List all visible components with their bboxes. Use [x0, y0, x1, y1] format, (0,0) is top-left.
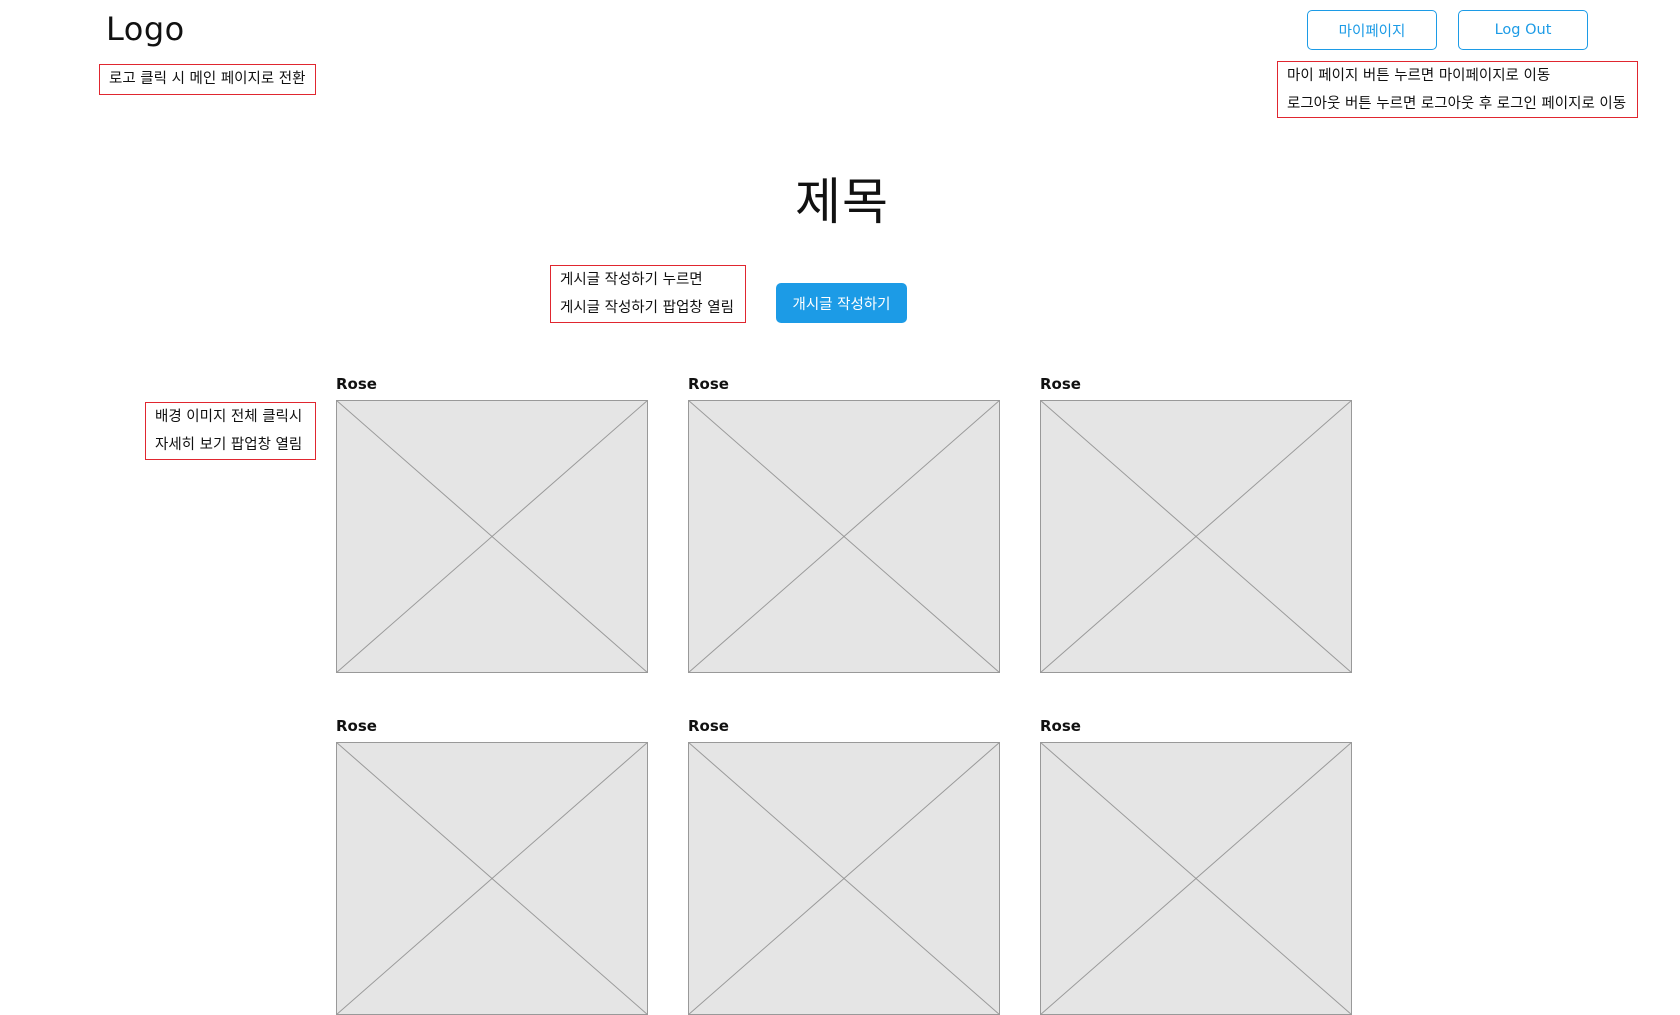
logout-button[interactable]: Log Out — [1458, 10, 1588, 50]
write-post-button[interactable]: 개시글 작성하기 — [776, 283, 907, 323]
post-card-image-placeholder[interactable] — [688, 400, 1000, 673]
post-card[interactable]: Rose — [688, 716, 1000, 1015]
annotation-card: 배경 이미지 전체 클릭시 자세히 보기 팝업창 열림 — [145, 402, 316, 460]
page-title: 제목 — [795, 173, 889, 231]
post-card-title: Rose — [1040, 717, 1081, 735]
mypage-button-label: 마이페이지 — [1338, 23, 1406, 40]
post-card[interactable]: Rose — [688, 374, 1000, 673]
post-card-image-placeholder[interactable] — [1040, 742, 1352, 1015]
post-card[interactable]: Rose — [336, 374, 648, 673]
post-card-title: Rose — [336, 717, 377, 735]
write-post-button-label: 개시글 작성하기 — [792, 296, 891, 313]
annotation-line: 마이 페이지 버튼 누르면 마이페이지로 이동 — [1287, 68, 1551, 84]
annotation-line: 게시글 작성하기 누르면 — [560, 272, 703, 288]
annotation-line: 로고 클릭 시 메인 페이지로 전환 — [109, 71, 306, 87]
post-card[interactable]: Rose — [1040, 716, 1352, 1015]
post-card-title: Rose — [688, 375, 729, 393]
annotation-write: 게시글 작성하기 누르면 게시글 작성하기 팝업창 열림 — [550, 265, 746, 323]
annotation-logo: 로고 클릭 시 메인 페이지로 전환 — [99, 64, 316, 95]
post-card-image-placeholder[interactable] — [336, 742, 648, 1015]
annotation-line: 자세히 보기 팝업창 열림 — [155, 437, 303, 453]
post-card-title: Rose — [1040, 375, 1081, 393]
annotation-line: 로그아웃 버튼 누르면 로그아웃 후 로그인 페이지로 이동 — [1287, 96, 1627, 112]
annotation-line: 게시글 작성하기 팝업창 열림 — [560, 300, 734, 316]
mypage-button[interactable]: 마이페이지 — [1307, 10, 1437, 50]
post-card-title: Rose — [336, 375, 377, 393]
post-card[interactable]: Rose — [1040, 374, 1352, 673]
post-card-image-placeholder[interactable] — [1040, 400, 1352, 673]
annotation-line: 배경 이미지 전체 클릭시 — [155, 409, 303, 425]
post-card-image-placeholder[interactable] — [688, 742, 1000, 1015]
post-card[interactable]: Rose — [336, 716, 648, 1015]
annotation-header-buttons: 마이 페이지 버튼 누르면 마이페이지로 이동 로그아웃 버튼 누르면 로그아웃… — [1277, 61, 1638, 118]
post-card-title: Rose — [688, 717, 729, 735]
logout-button-label: Log Out — [1494, 22, 1552, 38]
logo[interactable]: Logo — [106, 10, 185, 48]
post-card-image-placeholder[interactable] — [336, 400, 648, 673]
